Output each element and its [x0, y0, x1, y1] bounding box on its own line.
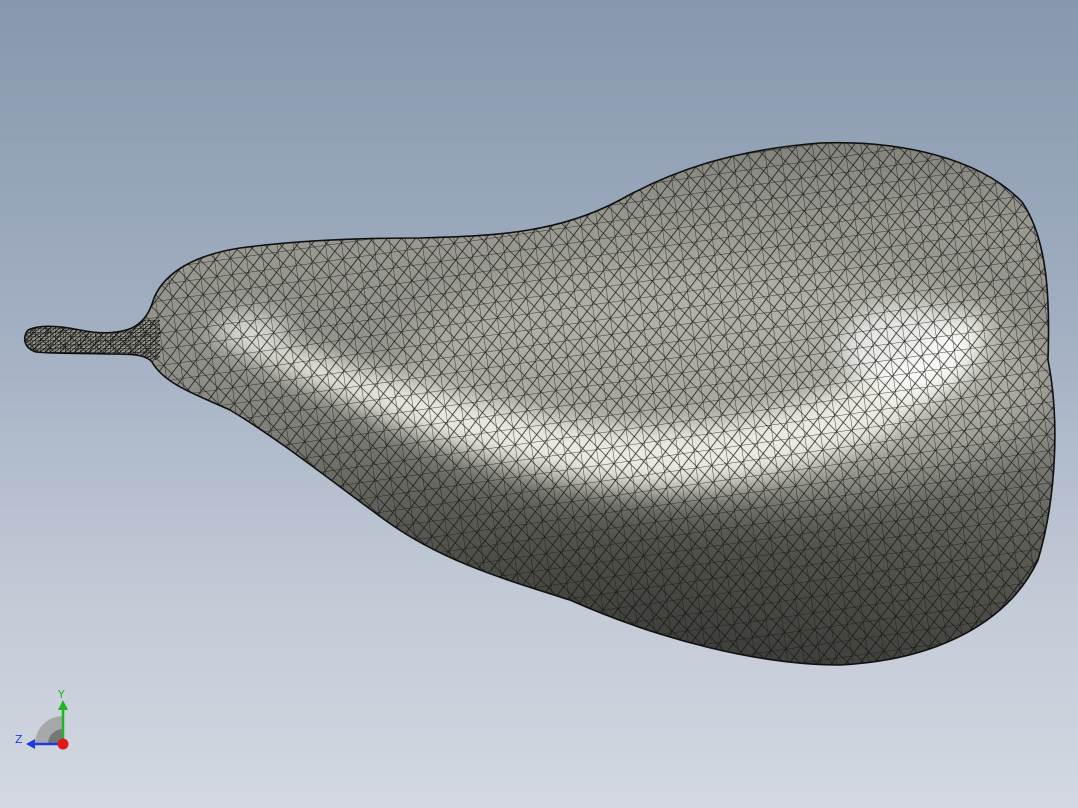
z-axis-label: Z	[15, 733, 23, 746]
pear-surface	[24, 142, 1055, 666]
graphics-viewport[interactable]: Y Z	[0, 0, 1078, 808]
y-axis-label: Y	[57, 688, 65, 701]
x-axis-dot-icon	[57, 738, 69, 750]
pear-model[interactable]	[0, 0, 1078, 808]
y-axis-arrow-icon	[58, 700, 68, 710]
z-axis-arrow-icon	[26, 739, 35, 749]
orientation-triad[interactable]: Y Z	[0, 680, 90, 760]
